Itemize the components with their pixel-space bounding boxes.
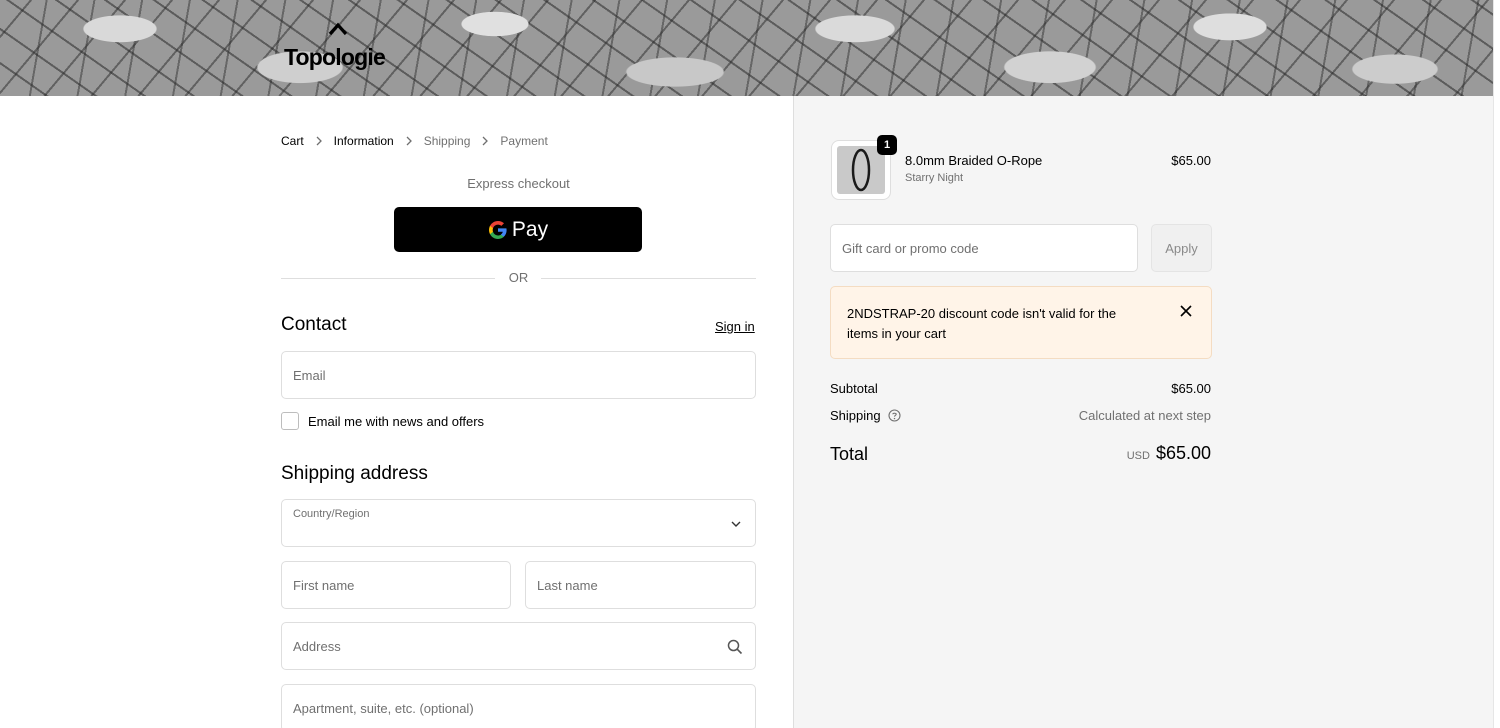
- chevron-right-icon: [482, 136, 489, 146]
- google-pay-button[interactable]: Pay: [394, 207, 642, 252]
- discount-error-message: 2NDSTRAP-20 discount code isn't valid fo…: [847, 306, 1117, 341]
- brand-logo[interactable]: Topologie: [284, 22, 394, 72]
- breadcrumb-information: Information: [333, 134, 394, 148]
- last-name-placeholder: Last name: [537, 577, 598, 593]
- google-g-icon: [488, 220, 507, 239]
- total-label: Total: [830, 444, 869, 464]
- address-placeholder: Address: [293, 638, 341, 654]
- promo-code-input[interactable]: Gift card or promo code: [830, 224, 1138, 272]
- apartment-placeholder: Apartment, suite, etc. (optional): [293, 700, 474, 716]
- breadcrumb: Cart Information Shipping Payment: [281, 134, 548, 148]
- sign-in-link[interactable]: Sign in: [715, 319, 755, 334]
- apply-button[interactable]: Apply: [1151, 224, 1212, 272]
- chevron-right-icon: [316, 136, 322, 146]
- contact-heading: Contact: [281, 314, 347, 335]
- total-amount: $65.00: [1155, 443, 1211, 463]
- promo-code-placeholder: Gift card or promo code: [842, 240, 979, 256]
- checkout-form-panel: Cart Information Shipping Payment Expres…: [0, 96, 793, 728]
- shipping-label: Shipping: [830, 408, 881, 423]
- breadcrumb-payment: Payment: [500, 134, 548, 148]
- close-icon[interactable]: [1179, 304, 1193, 318]
- search-icon: [727, 639, 743, 655]
- total-value: USD $65.00: [1127, 443, 1211, 464]
- address-field[interactable]: Address: [281, 622, 756, 670]
- express-checkout-heading: Express checkout: [467, 176, 570, 191]
- order-summary-panel: 1 8.0mm Braided O-Rope Starry Night $65.…: [793, 96, 1500, 728]
- product-price: $65.00: [1171, 153, 1211, 168]
- total-currency: USD: [1126, 450, 1150, 462]
- breadcrumb-shipping: Shipping: [423, 134, 471, 148]
- newsletter-option[interactable]: Email me with news and offers: [281, 412, 484, 430]
- apartment-field[interactable]: Apartment, suite, etc. (optional): [281, 684, 756, 728]
- country-select[interactable]: Country/Region: [281, 499, 756, 547]
- product-variant: Starry Night: [905, 172, 964, 184]
- country-label: Country/Region: [293, 508, 370, 520]
- shipping-address-heading: Shipping address: [281, 463, 428, 484]
- or-divider: OR: [281, 270, 756, 286]
- first-name-field[interactable]: First name: [281, 561, 511, 609]
- first-name-placeholder: First name: [293, 577, 355, 593]
- chevron-right-icon: [406, 136, 412, 146]
- newsletter-checkbox[interactable]: [281, 412, 299, 430]
- divider-line-right: [541, 278, 756, 279]
- subtotal-label: Subtotal: [830, 381, 878, 396]
- quantity-badge: 1: [877, 135, 897, 155]
- email-placeholder: Email: [293, 367, 326, 383]
- chevron-up-icon: [328, 22, 348, 36]
- brand-name: Topologie: [284, 44, 386, 70]
- breadcrumb-cart[interactable]: Cart: [281, 134, 304, 148]
- shipping-value: Calculated at next step: [1078, 408, 1211, 423]
- shipping-row: Shipping: [830, 408, 901, 423]
- last-name-field[interactable]: Last name: [525, 561, 756, 609]
- chevron-down-icon: [731, 521, 741, 527]
- scrollbar[interactable]: [1493, 0, 1500, 728]
- help-icon[interactable]: [888, 409, 901, 422]
- google-pay-label: Pay: [511, 217, 549, 241]
- product-name: 8.0mm Braided O-Rope: [905, 153, 1043, 168]
- subtotal-value: $65.00: [1171, 381, 1211, 396]
- discount-error-alert: 2NDSTRAP-20 discount code isn't valid fo…: [830, 286, 1212, 359]
- newsletter-label: Email me with news and offers: [308, 413, 485, 429]
- email-field[interactable]: Email: [281, 351, 756, 399]
- header-banner: Topologie: [0, 0, 1500, 96]
